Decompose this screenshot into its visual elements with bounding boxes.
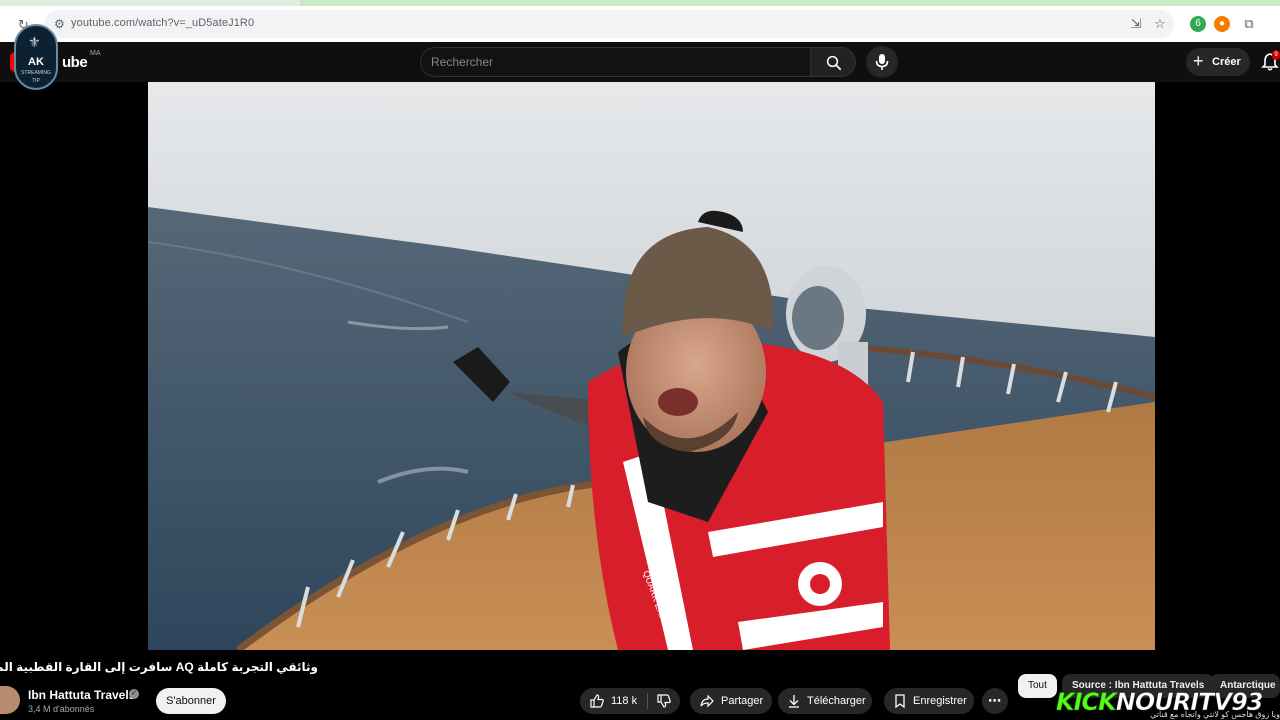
- eagle-emblem-icon: ⚜: [28, 34, 41, 50]
- verified-check-icon: ✓: [129, 689, 139, 699]
- like-divider: [647, 693, 648, 709]
- create-button[interactable]: + Créer: [1186, 48, 1250, 76]
- download-button[interactable]: Télécharger: [778, 688, 872, 714]
- more-dots-icon: ⋯: [988, 693, 1001, 708]
- install-app-icon[interactable]: ⇲: [1128, 16, 1144, 32]
- subscriber-count: 3,4 M d'abonnés: [28, 704, 95, 714]
- overlay-ticker: ويا زوق هاجس كو لانتي واتجاه مع قناتي: [1150, 710, 1280, 719]
- video-frame: QUARK EXPEDITION: [148, 82, 1155, 650]
- extension-badge: 6: [1195, 18, 1201, 29]
- chip-all[interactable]: Tout: [1018, 674, 1057, 698]
- extensions-puzzle-icon[interactable]: ⧉: [1241, 16, 1257, 32]
- thumbs-down-icon[interactable]: [656, 693, 672, 709]
- region-code: MA: [90, 50, 101, 57]
- search-box: [420, 47, 811, 77]
- microphone-icon: [875, 54, 889, 70]
- overlay-badge-subtext: STREAMING: [21, 70, 51, 76]
- share-button[interactable]: Partager: [690, 688, 772, 714]
- save-label: Enregistrer: [913, 695, 967, 707]
- search-input[interactable]: [431, 48, 801, 76]
- search-button[interactable]: [810, 47, 856, 77]
- bookmark-icon: [895, 694, 905, 709]
- plus-icon: +: [1193, 51, 1204, 71]
- download-label: Télécharger: [807, 695, 866, 707]
- streamer-overlay-badge: ⚜ AK STREAMING TIP: [14, 24, 58, 90]
- notification-count-badge: 9: [1272, 50, 1280, 60]
- create-label: Créer: [1212, 56, 1241, 68]
- voice-search-button[interactable]: [866, 46, 898, 78]
- like-count[interactable]: 118 k: [611, 695, 637, 707]
- overlay-badge-text: AK: [28, 56, 44, 68]
- share-label: Partager: [721, 695, 764, 707]
- extension-icon-orange[interactable]: ●: [1214, 16, 1230, 32]
- channel-avatar[interactable]: [0, 686, 20, 714]
- more-actions-button[interactable]: ⋯: [982, 688, 1008, 714]
- extension-icon[interactable]: 6: [1190, 16, 1206, 32]
- download-icon: [789, 695, 799, 708]
- share-arrow-icon: [700, 694, 714, 708]
- site-info-icon[interactable]: ⚙: [54, 17, 68, 31]
- browser-toolbar: ↻ ⚙ youtube.com/watch?v=_uD5ateJ1R0 ⇲ ☆ …: [0, 6, 1280, 42]
- bookmark-star-icon[interactable]: ☆: [1152, 16, 1168, 32]
- video-title: وثائقي التجربة كاملة AQ سافرت إلى القارة…: [0, 660, 318, 674]
- video-player[interactable]: QUARK EXPEDITION: [148, 82, 1155, 650]
- overlay-badge-subtext-2: TIP: [32, 78, 40, 84]
- save-button[interactable]: Enregistrer: [884, 688, 974, 714]
- like-dislike-group: 118 k: [580, 688, 680, 714]
- url-text[interactable]: youtube.com/watch?v=_uD5ateJ1R0: [71, 17, 254, 29]
- subscribe-button[interactable]: S'abonner: [156, 688, 226, 714]
- youtube-wordmark: ube: [62, 54, 88, 71]
- address-bar[interactable]: ⚙ youtube.com/watch?v=_uD5ateJ1R0 ⇲ ☆: [44, 10, 1174, 38]
- channel-name[interactable]: Ibn Hattuta Travels: [28, 688, 135, 702]
- search-icon: [826, 55, 842, 71]
- youtube-masthead: ube MA + Créer 9: [0, 42, 1280, 82]
- thumbs-up-icon[interactable]: [589, 693, 605, 709]
